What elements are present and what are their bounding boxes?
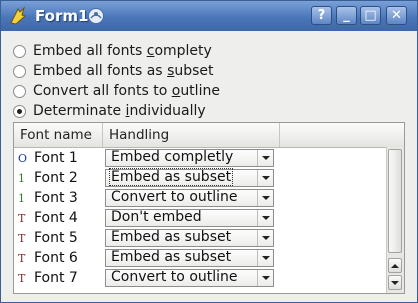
dropdown-arrow-icon[interactable] — [257, 190, 273, 206]
handling-value: Embed completly — [111, 149, 234, 165]
table-header: Font name Handling — [14, 123, 404, 148]
radio-label: Embed all fonts complety — [33, 43, 212, 59]
table-row[interactable]: T Font 7 Convert to outline — [14, 268, 386, 288]
handling-value: Convert to outline — [111, 189, 238, 205]
font-name-cell: T Font 5 — [18, 228, 78, 248]
radio-label: Determinate individually — [33, 103, 206, 119]
table-row[interactable]: T Font 4 Don't embed — [14, 208, 386, 228]
minimize-button[interactable]: _ — [336, 6, 357, 25]
handling-combobox[interactable]: Embed as subset — [105, 168, 274, 187]
table-row[interactable]: T Font 6 Embed as subset — [14, 248, 386, 268]
handling-value: Don't embed — [111, 209, 202, 225]
truetype-font-icon: T — [18, 252, 26, 265]
radio-label: Embed all fonts as subset — [33, 63, 214, 79]
handling-value: Embed as subset — [111, 229, 232, 245]
table-row[interactable]: 1 Font 3 Convert to outline — [14, 188, 386, 208]
handling-combobox[interactable]: Don't embed — [105, 209, 274, 227]
scrollbar-thumb[interactable] — [388, 149, 402, 253]
radio-option[interactable]: Embed all fonts as subset — [13, 61, 220, 81]
font-name: Font 2 — [34, 170, 78, 186]
font-name: Font 4 — [34, 210, 78, 226]
handling-combobox[interactable]: Embed as subset — [105, 229, 274, 247]
radio-label-text: Embed all fonts as — [33, 63, 168, 79]
table-row[interactable]: O Font 1 Embed completly — [14, 148, 386, 168]
handling-combobox[interactable]: Convert to outline — [105, 189, 274, 207]
help-button[interactable]: ? — [311, 6, 332, 25]
radio-button[interactable] — [13, 84, 26, 98]
dropdown-arrow-icon[interactable] — [257, 270, 273, 286]
dropdown-arrow-icon[interactable] — [257, 250, 273, 266]
radio-button[interactable] — [13, 44, 26, 58]
truetype-font-icon: T — [18, 232, 26, 245]
radio-option[interactable]: Embed all fonts complety — [13, 41, 220, 61]
font-name: Font 7 — [34, 270, 78, 286]
radio-label-text: ubset — [174, 63, 214, 79]
help-label: ? — [317, 8, 326, 23]
truetype-font-icon: T — [18, 212, 26, 225]
radio-label-text: Determinate — [33, 103, 126, 119]
dropdown-arrow-icon[interactable] — [257, 230, 273, 246]
font-embedding-options: Embed all fonts complety Embed all fonts … — [13, 41, 220, 121]
handling-combobox[interactable]: Convert to outline — [105, 269, 274, 287]
title-bar[interactable]: Form1 ? _ □ ✕ — [1, 1, 417, 31]
font-name-cell: O Font 1 — [18, 148, 78, 168]
font-name-cell: 1 Font 2 — [18, 168, 78, 188]
handling-value: Embed as subset — [108, 168, 234, 186]
opentype-font-icon: O — [18, 152, 28, 165]
type1-font-icon: 1 — [18, 172, 25, 185]
maximize-button[interactable]: □ — [360, 6, 381, 25]
radio-label: Convert all fonts to outline — [33, 83, 220, 99]
dropdown-arrow-icon[interactable] — [257, 150, 273, 166]
handling-value: Embed as subset — [111, 249, 232, 265]
radio-option[interactable]: Determinate individually — [13, 101, 220, 121]
dropdown-arrow-icon[interactable] — [257, 210, 273, 226]
close-button[interactable]: ✕ — [386, 6, 407, 25]
radio-label-text: Embed all fonts — [33, 43, 147, 59]
column-header-empty — [280, 123, 404, 147]
radio-label-text: ndividually — [129, 103, 206, 119]
font-name: Font 6 — [34, 250, 78, 266]
table-row[interactable]: 1 Font 2 Embed as subset — [14, 168, 386, 188]
type1-font-icon: 1 — [18, 192, 25, 205]
table-row[interactable]: T Font 5 Embed as subset — [14, 228, 386, 248]
font-table: Font name Handling O Font 1 Embed completl… — [13, 122, 405, 294]
minimize-label: _ — [343, 8, 350, 23]
radio-label-text: utline — [180, 83, 220, 99]
font-name: Font 3 — [34, 190, 78, 206]
vertical-scrollbar[interactable] — [386, 147, 404, 293]
radio-option[interactable]: Convert all fonts to outline — [13, 81, 220, 101]
radio-button[interactable] — [13, 64, 26, 78]
radio-button-checked[interactable] — [13, 104, 26, 118]
handling-combobox[interactable]: Embed as subset — [105, 249, 274, 267]
font-name-cell: T Font 4 — [18, 208, 78, 228]
dialog-window: Form1 ? _ □ ✕ Embed all fonts complety Em… — [0, 0, 418, 303]
font-name-cell: T Font 7 — [18, 268, 78, 288]
handling-value: Convert to outline — [111, 269, 238, 285]
column-header-handling[interactable]: Handling — [103, 123, 280, 147]
scroll-up-button[interactable] — [388, 258, 402, 273]
scroll-down-button[interactable] — [388, 275, 402, 290]
font-name-cell: T Font 6 — [18, 248, 78, 268]
radio-label-text: omplety — [154, 43, 212, 59]
maximize-label: □ — [364, 8, 377, 23]
handling-combobox[interactable]: Embed completly — [105, 149, 274, 167]
font-name: Font 1 — [34, 150, 78, 166]
dropdown-arrow-icon[interactable] — [257, 170, 273, 186]
app-icon — [10, 6, 26, 25]
truetype-font-icon: T — [18, 272, 26, 285]
column-header-font-name[interactable]: Font name — [14, 123, 103, 147]
close-label: ✕ — [391, 8, 402, 23]
window-title: Form1 — [35, 7, 89, 25]
radio-label-text: Convert all fonts to — [33, 83, 172, 99]
font-name-cell: 1 Font 3 — [18, 188, 78, 208]
font-name: Font 5 — [34, 230, 78, 246]
kde-menu-icon[interactable] — [87, 7, 105, 25]
